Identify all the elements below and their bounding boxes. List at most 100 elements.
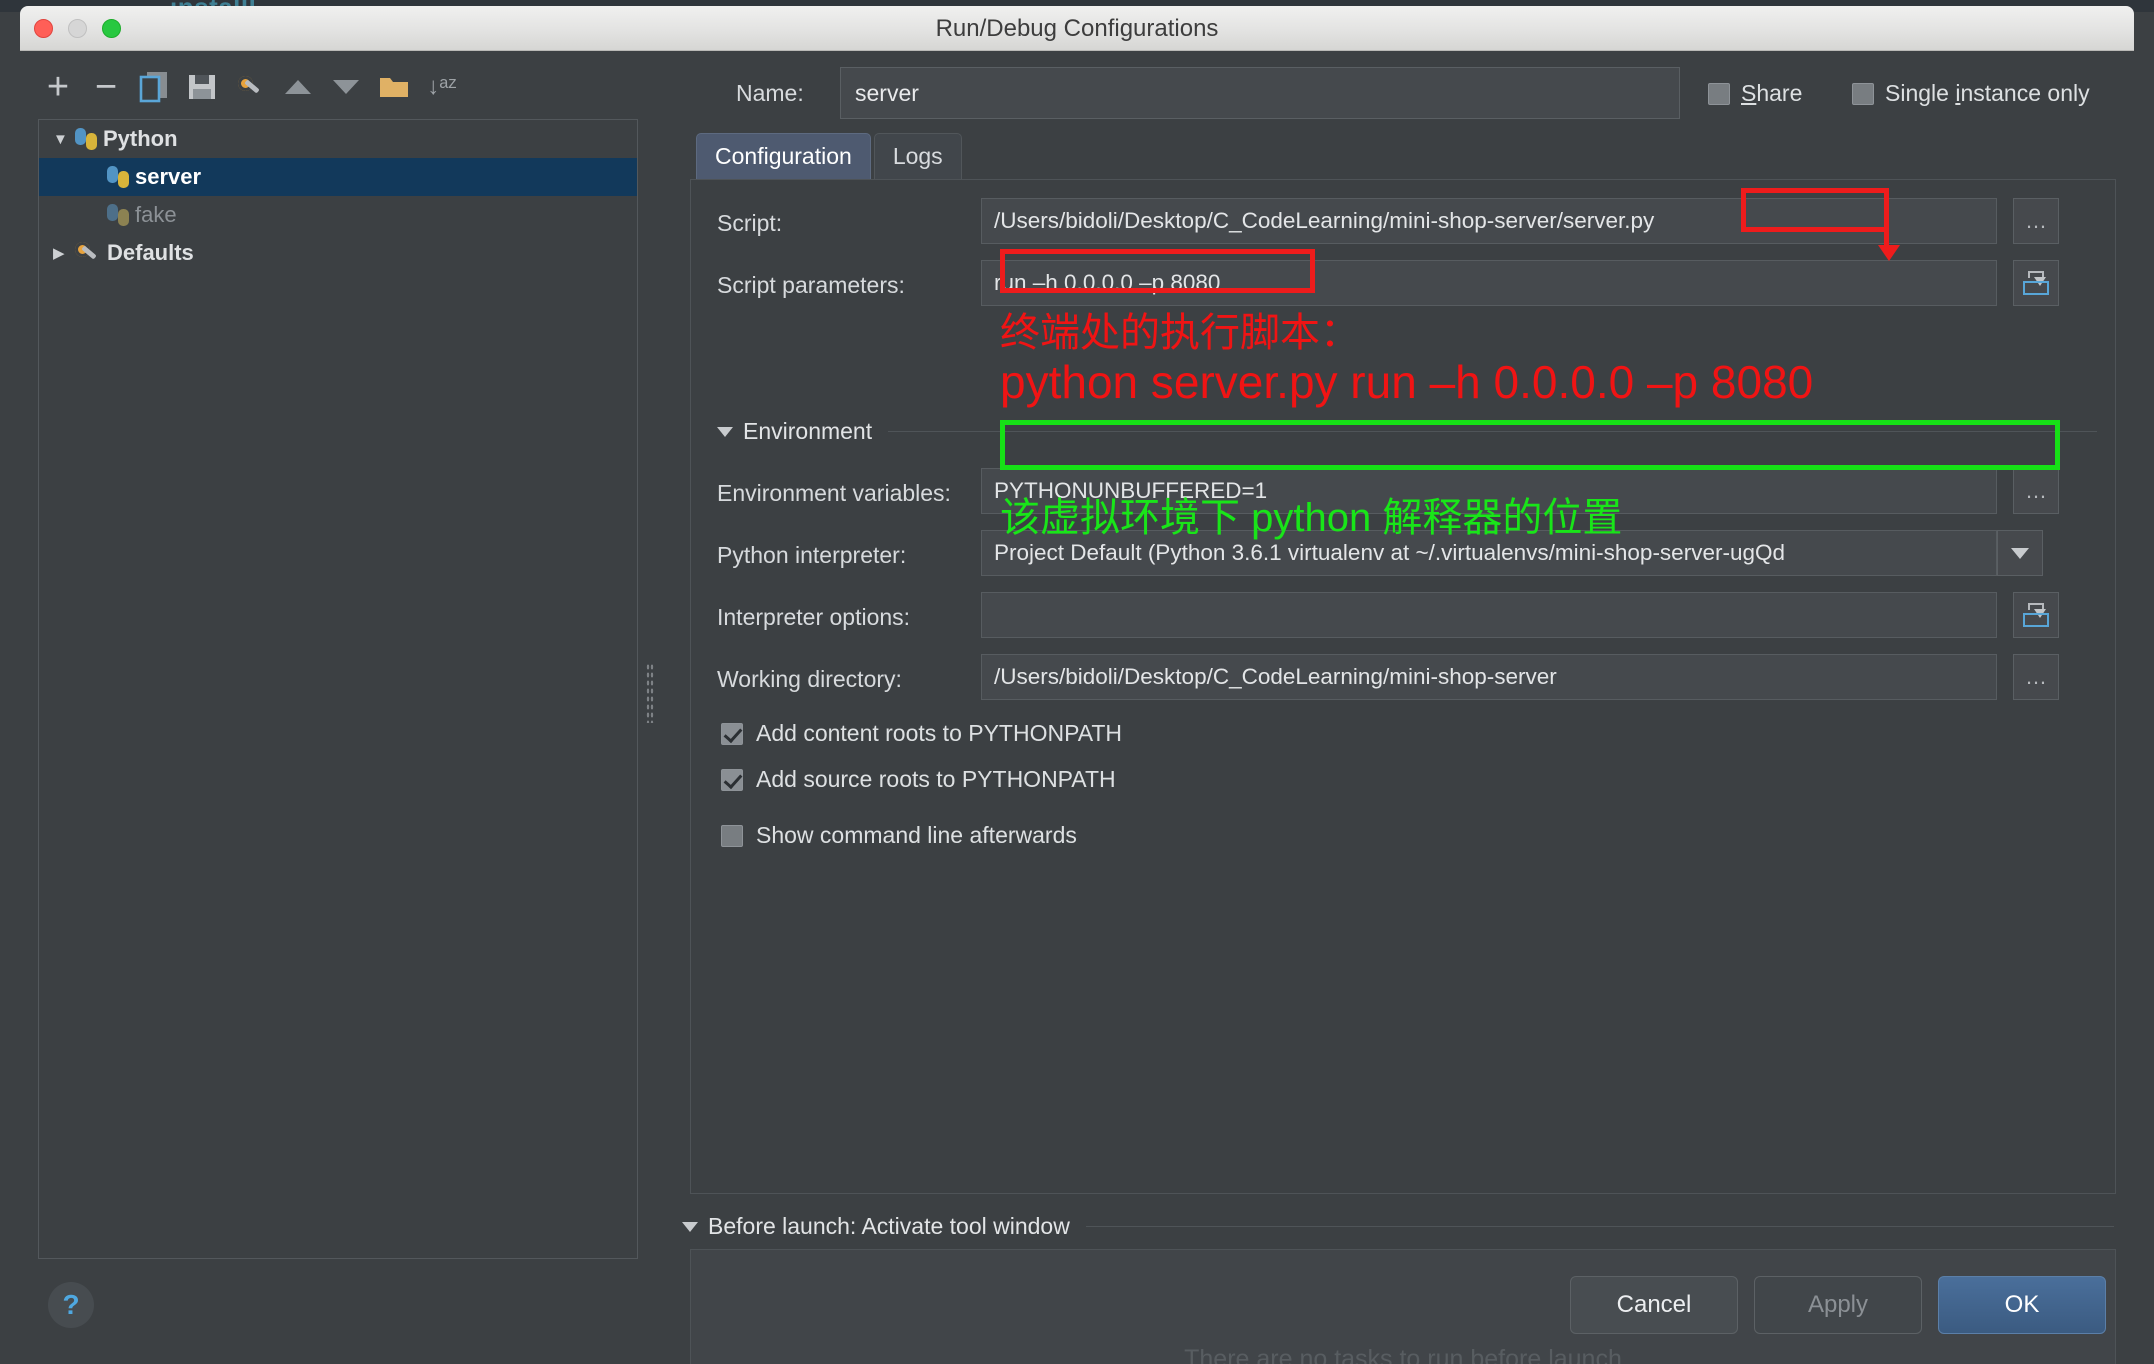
folder-icon: [380, 78, 408, 97]
save-icon: [189, 75, 215, 99]
script-browse-button[interactable]: …: [2013, 198, 2059, 244]
configuration-panel: Script: /Users/bidoli/Desktop/C_CodeLear…: [690, 179, 2116, 1194]
environment-variables-browse-button[interactable]: …: [2013, 468, 2059, 514]
script-parameters-input[interactable]: run –h 0.0.0.0 –p 8080: [981, 260, 1997, 306]
chevron-down-icon[interactable]: [717, 426, 733, 437]
share-label: Share: [1741, 80, 1803, 106]
insert-macro-icon: [2023, 603, 2049, 627]
script-parameters-macro-button[interactable]: [2013, 260, 2059, 306]
cancel-button[interactable]: Cancel: [1570, 1276, 1738, 1334]
name-label: Name:: [736, 80, 804, 106]
window-title: Run/Debug Configurations: [935, 15, 1219, 42]
add-source-roots-label: Add source roots to PYTHONPATH: [756, 766, 1116, 792]
interpreter-options-label: Interpreter options:: [717, 604, 911, 630]
chevron-down-icon[interactable]: [682, 1221, 698, 1232]
python-interpreter-combo[interactable]: Project Default (Python 3.6.1 virtualenv…: [981, 530, 1997, 576]
tree-item-defaults[interactable]: ▶ Defaults: [39, 234, 637, 272]
interpreter-options-row: Interpreter options:: [691, 592, 2115, 644]
checkbox-box-icon[interactable]: [721, 722, 743, 745]
checkbox-box-icon[interactable]: [721, 768, 743, 791]
section-divider: [888, 431, 2097, 432]
script-parameters-label: Script parameters:: [717, 272, 905, 298]
help-button[interactable]: ?: [48, 1282, 94, 1328]
environment-variables-input[interactable]: PYTHONUNBUFFERED=1: [981, 468, 1997, 514]
configurations-tree[interactable]: ▼ Python server fake ▶ Defaults: [38, 119, 638, 1259]
tree-item-fake[interactable]: fake: [39, 196, 637, 234]
single-instance-only-checkbox[interactable]: Single instance only: [1852, 80, 2090, 107]
tree-item-label: fake: [135, 202, 177, 227]
environment-variables-label: Environment variables:: [717, 480, 951, 506]
python-icon: [107, 204, 129, 226]
ok-button[interactable]: OK: [1938, 1276, 2106, 1334]
working-directory-label: Working directory:: [717, 666, 902, 692]
dialog-footer-buttons: Cancel Apply OK: [1570, 1276, 2106, 1334]
script-parameters-row: Script parameters: run –h 0.0.0.0 –p 808…: [691, 260, 2115, 312]
interpreter-options-input[interactable]: [981, 592, 1997, 638]
script-row: Script: /Users/bidoli/Desktop/C_CodeLear…: [691, 198, 2115, 250]
add-content-roots-checkbox[interactable]: Add content roots to PYTHONPATH: [721, 720, 1122, 747]
move-up-button[interactable]: [278, 65, 318, 109]
expand-arrow-icon[interactable]: ▶: [53, 244, 75, 262]
working-directory-browse-button[interactable]: …: [2013, 654, 2059, 700]
working-directory-row: Working directory: /Users/bidoli/Desktop…: [691, 654, 2115, 706]
annotation-red-arrow-head: [1878, 245, 1900, 261]
gear-wrench-icon: [238, 76, 262, 98]
window-titlebar: Run/Debug Configurations: [20, 6, 2134, 51]
move-down-button[interactable]: [326, 65, 366, 109]
python-interpreter-row: Python interpreter: Project Default (Pyt…: [691, 530, 2115, 582]
add-configuration-button[interactable]: +: [38, 65, 78, 109]
save-configuration-button[interactable]: [182, 65, 222, 109]
show-command-line-checkbox[interactable]: Show command line afterwards: [721, 822, 1077, 849]
python-icon: [107, 166, 129, 188]
editor-tabs[interactable]: Configuration Logs: [696, 133, 965, 179]
new-folder-button[interactable]: [374, 65, 414, 109]
expand-arrow-icon[interactable]: ▼: [53, 131, 75, 148]
minus-icon: −: [94, 66, 118, 108]
name-input[interactable]: server: [840, 67, 1680, 119]
name-row: Name: server Share Single instance only: [700, 67, 2114, 119]
tree-item-server[interactable]: server: [39, 158, 637, 196]
plus-icon: +: [46, 66, 70, 108]
working-directory-input[interactable]: /Users/bidoli/Desktop/C_CodeLearning/min…: [981, 654, 1997, 700]
tree-item-label: server: [135, 164, 202, 189]
before-launch-header[interactable]: Before launch: Activate tool window: [682, 1213, 2114, 1240]
insert-macro-icon: [2023, 271, 2049, 295]
checkbox-box-icon[interactable]: [1708, 82, 1730, 105]
panel-splitter[interactable]: [642, 123, 658, 1259]
configuration-editor-pane: Name: server Share Single instance only …: [660, 51, 2134, 1364]
triangle-down-icon: [333, 80, 359, 94]
tree-item-python[interactable]: ▼ Python: [39, 120, 637, 158]
edit-defaults-button[interactable]: [230, 65, 270, 109]
checkbox-box-icon[interactable]: [1852, 82, 1874, 105]
environment-section-header[interactable]: Environment: [717, 418, 2097, 445]
tree-item-label: Defaults: [107, 240, 194, 265]
script-input[interactable]: /Users/bidoli/Desktop/C_CodeLearning/min…: [981, 198, 1997, 244]
add-source-roots-checkbox[interactable]: Add source roots to PYTHONPATH: [721, 766, 1116, 793]
python-icon: [75, 128, 97, 150]
copy-icon: [139, 72, 167, 103]
share-checkbox[interactable]: Share: [1708, 80, 1802, 107]
tab-configuration[interactable]: Configuration: [696, 133, 871, 179]
screenshot-root: installl Run/Debug Configurations + −: [0, 0, 2154, 1364]
single-instance-only-label: Single instance only: [1885, 80, 2090, 106]
splitter-grip-icon: [646, 663, 654, 723]
remove-configuration-button[interactable]: −: [86, 65, 126, 109]
environment-variables-row: Environment variables: PYTHONUNBUFFERED=…: [691, 468, 2115, 520]
before-launch-label: Before launch: Activate tool window: [708, 1213, 1070, 1239]
interpreter-options-macro-button[interactable]: [2013, 592, 2059, 638]
show-command-line-label: Show command line afterwards: [756, 822, 1077, 848]
python-interpreter-dropdown-button[interactable]: [1997, 530, 2043, 576]
python-interpreter-label: Python interpreter:: [717, 542, 907, 568]
checkbox-box-icon[interactable]: [721, 824, 743, 847]
copy-configuration-button[interactable]: [134, 65, 174, 109]
question-mark-icon: ?: [62, 1289, 80, 1320]
script-label: Script:: [717, 210, 783, 236]
gear-wrench-icon: [75, 242, 99, 264]
tab-logs[interactable]: Logs: [873, 133, 962, 179]
section-divider: [1085, 1226, 2114, 1227]
configurations-toolbar: + − ↓ᵃᶻ: [38, 65, 638, 113]
no-tasks-message: There are no tasks to run before launch: [1184, 1345, 1622, 1364]
apply-button[interactable]: Apply: [1754, 1276, 1922, 1334]
sort-alphabetically-button[interactable]: ↓ᵃᶻ: [422, 65, 462, 109]
environment-section-label: Environment: [743, 418, 873, 444]
